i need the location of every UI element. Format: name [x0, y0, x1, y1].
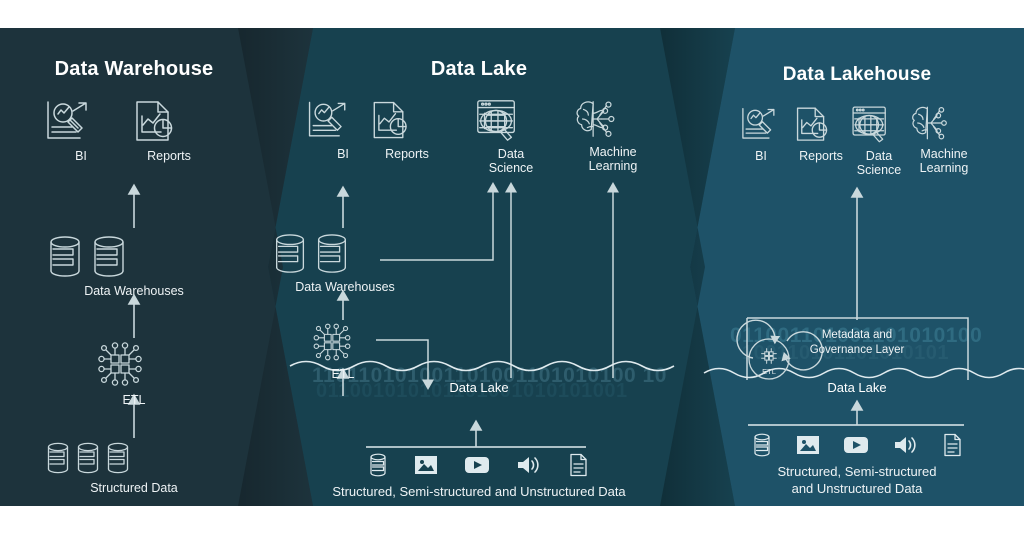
node-data-warehouses[interactable]: Data Warehouses: [270, 231, 420, 294]
data-science-globe-icon: [472, 96, 550, 144]
database-cylinder-icon: [44, 440, 224, 478]
data-lake-label: Data Lake: [449, 380, 509, 395]
node-label-data-warehouses: Data Warehouses: [84, 284, 184, 298]
node-etl[interactable]: ETL: [94, 338, 174, 407]
report-document-icon: [128, 98, 210, 146]
image-icon[interactable]: [796, 434, 820, 456]
node-label-structured-data: Structured Data: [90, 481, 178, 495]
node-data-science[interactable]: Data Science: [848, 102, 910, 177]
video-icon[interactable]: [843, 435, 869, 455]
diagram-canvas: Data Warehouse BI Reports Data Warehouse…: [0, 0, 1024, 538]
node-reports[interactable]: Reports: [128, 98, 210, 163]
document-icon[interactable]: [568, 453, 588, 477]
machine-learning-brain-icon: [908, 102, 980, 144]
image-icon[interactable]: [414, 454, 438, 476]
node-bi[interactable]: BI: [738, 104, 784, 163]
node-label-etl: ETL: [122, 393, 146, 407]
database-cylinder-icon: [270, 231, 420, 277]
node-label-reports: Reports: [385, 147, 429, 161]
node-label-etl: ETL: [331, 367, 355, 381]
node-etl[interactable]: ETL: [310, 320, 376, 381]
report-document-icon: [790, 104, 852, 146]
node-label-data-warehouses: Data Warehouses: [295, 280, 395, 294]
bi-chart-magnifier-icon: [42, 98, 120, 146]
node-label-bi: BI: [755, 149, 767, 163]
node-label-machine-learning: Machine Learning: [588, 145, 638, 173]
node-label-reports: Reports: [799, 149, 843, 163]
data-science-globe-icon: [848, 102, 910, 146]
node-structured-data[interactable]: Structured Data: [44, 440, 224, 495]
document-icon[interactable]: [942, 433, 962, 457]
sources-caption: Structured, Semi-structured and Unstruct…: [777, 464, 937, 496]
database-icon[interactable]: [752, 433, 772, 457]
node-data-science[interactable]: Data Science: [472, 96, 550, 175]
panel-data-warehouse: Data Warehouse BI Reports Data Warehouse…: [0, 28, 268, 506]
source-icon-row: [368, 453, 588, 477]
node-label-data-science: Data Science: [856, 149, 902, 177]
node-bi[interactable]: BI: [42, 98, 120, 163]
sources-caption: Structured, Semi-structured and Unstruct…: [332, 484, 626, 499]
database-icon[interactable]: [368, 453, 388, 477]
source-icon-row: [752, 433, 962, 457]
node-label-machine-learning: Machine Learning: [919, 147, 969, 175]
data-lake-label: Data Lake: [827, 380, 887, 395]
report-document-icon: [366, 98, 448, 144]
diagram-band: Data Warehouse BI Reports Data Warehouse…: [0, 28, 1024, 506]
node-etl[interactable]: ETL: [748, 338, 790, 380]
bi-chart-magnifier-icon: [738, 104, 784, 146]
node-label-data-science: Data Science: [488, 147, 534, 175]
node-label-reports: Reports: [147, 149, 191, 163]
node-reports[interactable]: Reports: [366, 98, 448, 161]
video-icon[interactable]: [464, 455, 490, 475]
node-machine-learning[interactable]: Machine Learning: [908, 102, 980, 175]
governance-layer-label: Metadata and Governance Layer: [809, 329, 905, 356]
node-data-warehouses[interactable]: Data Warehouses: [44, 233, 224, 298]
machine-learning-brain-icon: [572, 96, 654, 142]
panel-data-lakehouse: Data Lakehouse 011001101001101010100 100…: [690, 28, 1024, 506]
etl-chip-icon: [94, 338, 174, 390]
etl-circle-label: ETL: [762, 367, 776, 376]
node-machine-learning[interactable]: Machine Learning: [572, 96, 654, 173]
audio-icon[interactable]: [516, 454, 542, 476]
audio-icon[interactable]: [893, 434, 919, 456]
etl-chip-icon: [310, 320, 376, 364]
database-cylinder-icon: [44, 233, 224, 281]
panel-data-lake: Data Lake 110110101001101001101010100 10…: [268, 28, 690, 506]
node-reports[interactable]: Reports: [790, 104, 852, 163]
etl-circle-icon: ETL: [748, 338, 790, 380]
node-label-bi: BI: [75, 149, 87, 163]
